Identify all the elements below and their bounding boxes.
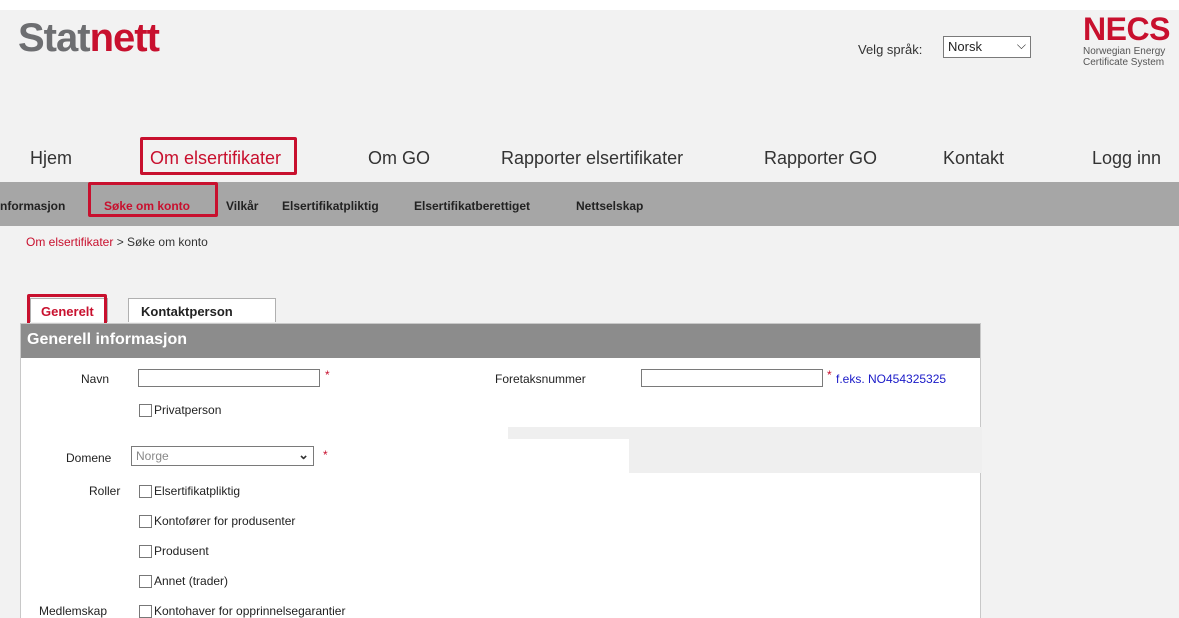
- logo-text-nett: nett: [89, 16, 160, 60]
- subnav-vilkar[interactable]: Vilkår: [226, 199, 258, 213]
- role-label: Elsertifikatpliktig: [154, 484, 241, 498]
- highlight-box-subnav: [88, 182, 218, 217]
- top-bar: [0, 0, 1179, 10]
- nav-logg-inn[interactable]: Logg inn: [1092, 148, 1161, 169]
- nav-om-go[interactable]: Om GO: [368, 148, 430, 169]
- chevron-down-icon: ⌄: [298, 447, 309, 462]
- domain-label: Domene: [66, 451, 112, 465]
- nav-rapporter-elsertifikater[interactable]: Rapporter elsertifikater: [501, 148, 683, 169]
- domain-select-value: Norge: [136, 449, 169, 463]
- subnav-elsertifikatpliktig[interactable]: Elsertifikatpliktig: [282, 199, 379, 213]
- org-number-input[interactable]: [641, 369, 823, 387]
- breadcrumb-link[interactable]: Om elsertifikater: [26, 235, 113, 249]
- name-label: Navn: [81, 372, 110, 386]
- nav-hjem[interactable]: Hjem: [30, 148, 72, 169]
- required-mark: *: [325, 368, 330, 382]
- membership-option-label: Kontohaver for opprinnelsegarantier: [154, 604, 346, 618]
- role-label: Annet (trader): [154, 574, 229, 588]
- chevron-down-icon: ⌵: [1016, 38, 1026, 52]
- general-info-panel: Generell informasjon Navn * Privatperson…: [20, 323, 982, 618]
- org-number-hint: f.eks. NO454325325: [836, 372, 947, 386]
- section-title: Generell informasjon: [21, 324, 980, 358]
- language-select[interactable]: Norsk ⌵: [943, 36, 1031, 58]
- nav-rapporter-go[interactable]: Rapporter GO: [764, 148, 877, 169]
- breadcrumb-current: Søke om konto: [127, 235, 208, 249]
- subnav-nettselskap[interactable]: Nettselskap: [576, 199, 643, 213]
- language-select-value: Norsk: [948, 39, 982, 54]
- necs-title: NECS: [1083, 11, 1170, 47]
- breadcrumb: Om elsertifikater > Søke om konto: [26, 235, 208, 249]
- membership-checkbox[interactable]: [139, 605, 152, 618]
- name-input[interactable]: [138, 369, 320, 387]
- role-checkbox-elsertifikatpliktig[interactable]: [139, 485, 152, 498]
- nav-kontakt[interactable]: Kontakt: [943, 148, 1004, 169]
- grey-block: [629, 439, 982, 473]
- private-label: Privatperson: [154, 403, 222, 417]
- required-mark: *: [827, 368, 832, 382]
- highlight-box-nav: [140, 137, 297, 175]
- roles-label: Roller: [89, 484, 121, 498]
- tab-kontaktperson[interactable]: Kontaktperson: [128, 298, 276, 322]
- subnav-elsertifikatberettiget[interactable]: Elsertifikatberettiget: [414, 199, 530, 213]
- private-checkbox[interactable]: [139, 404, 152, 417]
- necs-subtitle-1: Norwegian Energy: [1083, 46, 1166, 57]
- logo-text-stat: Stat: [18, 16, 91, 60]
- language-label: Velg språk:: [858, 42, 923, 57]
- role-checkbox-produsent[interactable]: [139, 545, 152, 558]
- necs-logo: NECS Norwegian Energy Certificate System: [1083, 12, 1170, 68]
- subnav-informasjon[interactable]: nformasjon: [0, 199, 65, 213]
- necs-subtitle-2: Certificate System: [1083, 57, 1165, 68]
- membership-label: Medlemskap: [39, 604, 108, 618]
- required-mark: *: [323, 448, 328, 462]
- statnett-logo[interactable]: Statnett: [18, 16, 160, 60]
- role-label: Kontofører for produsenter: [154, 514, 296, 528]
- org-number-label: Foretaksnummer: [495, 372, 586, 386]
- role-checkbox-annet[interactable]: [139, 575, 152, 588]
- breadcrumb-separator: >: [113, 235, 128, 249]
- grey-block: [508, 427, 982, 439]
- role-checkbox-kontoforer[interactable]: [139, 515, 152, 528]
- role-label: Produsent: [154, 544, 209, 558]
- domain-select[interactable]: Norge ⌄: [131, 446, 314, 466]
